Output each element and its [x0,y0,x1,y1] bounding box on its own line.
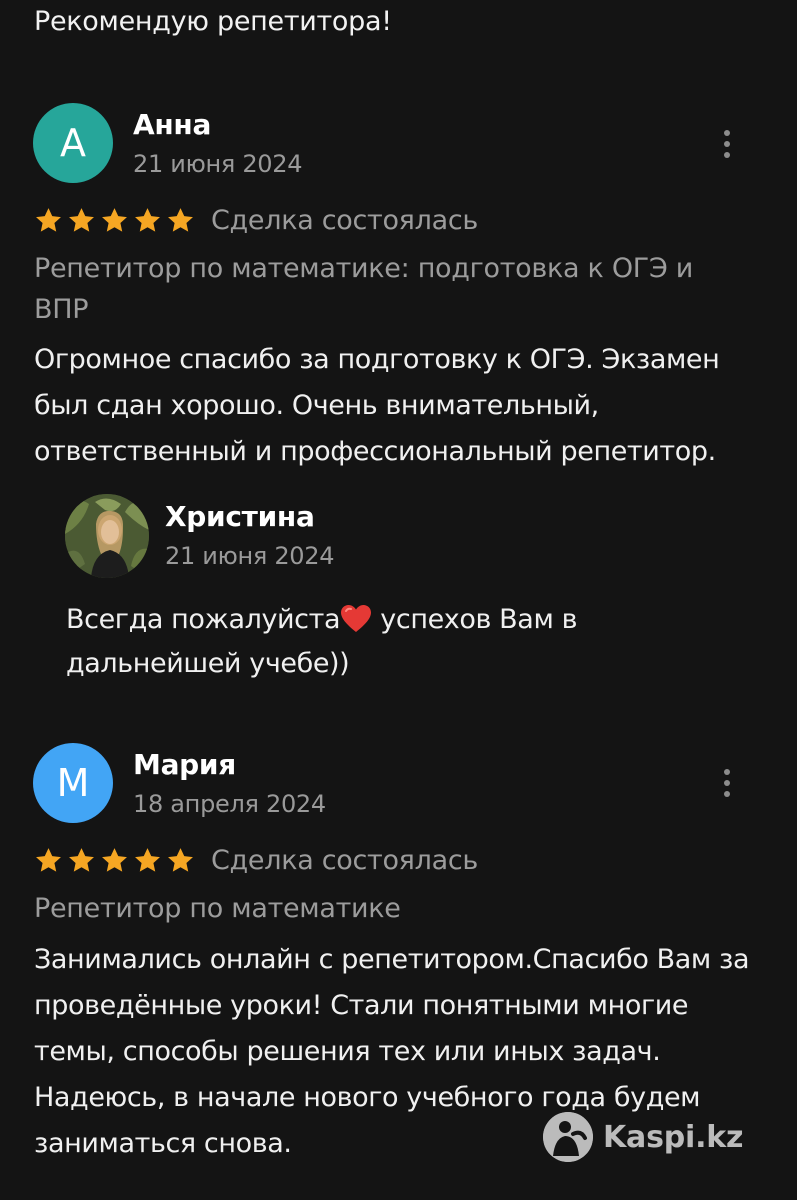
reply-text: Всегда пожалуйста успехов Вам в дальнейш… [66,598,686,686]
reply-date: 21 июня 2024 [165,542,335,570]
avatar-letter: А [60,121,86,165]
review-author: Анна [133,108,212,141]
product-name[interactable]: Репетитор по математике [34,888,754,929]
deal-status: Сделка состоялась [211,845,478,876]
watermark-text: Kaspi.kz [603,1119,744,1155]
rating-row: Сделка состоялась [34,205,478,236]
star-icon [69,208,94,232]
deal-status: Сделка состоялась [211,205,478,236]
avatar-letter: М [56,761,90,805]
star-icon [36,848,61,872]
avatar [65,494,149,578]
star-icon [168,848,193,872]
reviews-screen: Рекомендую репетитора! А Анна 21 июня 20… [0,0,797,1200]
red-heart-icon [341,605,372,632]
product-name[interactable]: Репетитор по математике: подготовка к ОГ… [34,248,754,330]
avatar: А [33,103,113,183]
kaspi-logo-icon [543,1112,593,1162]
more-options-icon[interactable] [712,122,742,166]
star-icon [102,848,127,872]
review-date: 18 апреля 2024 [133,790,326,818]
review-date: 21 июня 2024 [133,150,303,178]
rating-row: Сделка состоялась [34,845,478,876]
star-icon [69,848,94,872]
star-rating [34,206,195,235]
avatar-photo [65,494,149,578]
star-rating [34,846,195,875]
star-icon [135,208,160,232]
kaspi-watermark: Kaspi.kz [543,1112,744,1162]
review-text: Огромное спасибо за подготовку к ОГЭ. Эк… [34,344,720,467]
star-icon [168,208,193,232]
avatar: М [33,743,113,823]
star-icon [135,848,160,872]
review-author: Мария [133,748,236,781]
star-icon [102,208,127,232]
reply-text-part: Всегда пожалуйста [66,604,341,635]
reply-author: Христина [165,500,315,533]
previous-review-text: Рекомендую репетитора! [34,6,392,37]
star-icon [36,208,61,232]
more-options-icon[interactable] [712,761,742,805]
